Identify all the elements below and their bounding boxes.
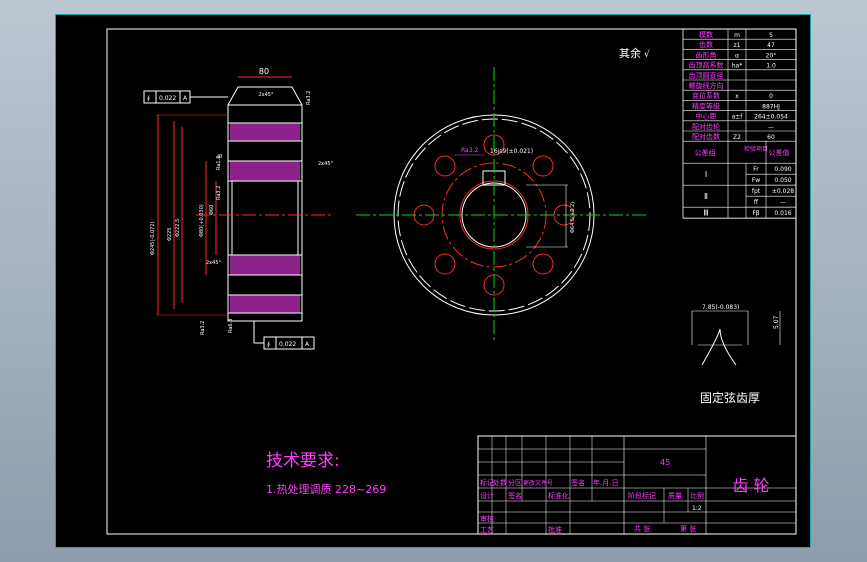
tol-symbol-1-0: fpt (752, 188, 761, 195)
gear-parameter-table: 模数 m 5 齿数 z1 47 齿形角 α 20° 齿顶高系数 ha* 1.0 齿顶圆直径螺旋线方向变位… (682, 28, 797, 219)
tb-approve: 批准 (548, 525, 562, 534)
chamfer-label-3: 2x45° (206, 260, 222, 266)
tol-value-2-0: 0.016 (774, 210, 791, 217)
param-name-6: 变位系数 (692, 91, 720, 100)
tol-header-item: 检验项目 (744, 145, 768, 153)
front-view (356, 67, 646, 341)
tol-frame-top-datum: A (183, 95, 188, 102)
bore-dim: Φ64.5(+0.2) (570, 202, 576, 233)
chordal-thickness-detail (691, 310, 781, 366)
param-value-10: 60 (767, 134, 775, 141)
chamfer-label-2: 2x45° (318, 161, 334, 167)
param-value-9: — (768, 124, 774, 131)
tol-value-1-0: ±0.028 (772, 188, 794, 195)
tb-h3: 更改文件号 (523, 479, 553, 487)
roughness-label-3: Ra3.2 (216, 186, 222, 200)
tb-sign: 签名 (508, 491, 522, 500)
dia-label-3: Φ222.5 (175, 219, 181, 237)
dia-label-2: Φ225 (167, 228, 173, 241)
tb-process: 工艺 (480, 526, 494, 534)
tol-symbol-1-1: ff (754, 199, 759, 206)
param-symbol-0: m (734, 32, 740, 39)
param-name-1: 齿数 (699, 40, 713, 49)
drawing-viewport[interactable]: 80 2x45° 2x45° 2x45° ∮ 0.022 A ∮ 0.022 A… (55, 14, 811, 548)
param-symbol-8: a±f (732, 114, 744, 121)
datum-mark: B (217, 154, 224, 158)
tol-header-group: 公差组 (695, 148, 716, 157)
tb-check: 审核 (480, 514, 494, 523)
notes-line-1: 1.热处理调质 228~269 (266, 483, 386, 496)
tb-stage: 阶段标记 (628, 491, 656, 500)
param-name-3: 齿顶高系数 (689, 61, 724, 70)
material-value: 45 (660, 458, 670, 467)
dia-label-4: Φ80(+0.030) (199, 204, 205, 237)
param-name-9: 配对齿轮 (692, 122, 720, 131)
tol-symbol-2-0: Fβ (752, 210, 759, 217)
param-name-2: 齿形角 (696, 50, 717, 59)
tb-h4: 签名 (571, 478, 585, 487)
tol-frame-bottom-symbol: ∮ (267, 341, 270, 348)
tol-value-0-1: 0.050 (774, 177, 791, 184)
param-value-6: 0 (769, 93, 773, 100)
notes-title: 技术要求: (266, 451, 340, 471)
tol-value-1-1: — (780, 199, 786, 206)
param-name-10: 配对齿数 (692, 132, 720, 141)
tb-h2: 分区 (508, 478, 522, 487)
part-name: 齿 轮 (732, 476, 769, 495)
tol-group-1: Ⅱ (704, 192, 708, 201)
tol-group-2: Ⅲ (703, 209, 709, 218)
tb-standard: 标准化 (548, 491, 569, 500)
param-name-7: 精度等级 (692, 101, 720, 110)
param-name-5: 螺旋线方向 (689, 81, 724, 90)
param-value-0: 5 (769, 32, 773, 39)
top-width-dim: 80 (259, 67, 269, 76)
param-value-1: 47 (767, 42, 775, 49)
param-symbol-2: α (735, 52, 739, 59)
param-value-7: 887HJ (762, 103, 780, 110)
param-value-2: 20° (766, 52, 777, 59)
tol-value-0-0: 0.090 (774, 166, 791, 173)
tol-frame-bottom-value: 0.022 (279, 341, 296, 348)
tb-scale: 1:2 (692, 505, 702, 512)
param-symbol-10: Z2 (733, 134, 741, 141)
tb-h0: 标记 (480, 478, 494, 487)
param-symbol-3: ha* (732, 63, 742, 70)
dia-label-1: Φ245(-0.072) (150, 221, 156, 255)
tb-sheet-num: 第 张 (680, 524, 696, 533)
tol-group-0: Ⅰ (705, 170, 707, 179)
roughness-label-1: Ra3.2 (306, 91, 312, 105)
tb-ratio: 比例 (690, 491, 704, 500)
param-symbol-1: z1 (734, 42, 741, 49)
tol-frame-bottom-datum: A (305, 341, 310, 348)
tol-frame-top-symbol: ∮ (147, 95, 150, 102)
chordal-dim-1: 7.85(-0.083) (702, 304, 739, 311)
param-name-4: 齿顶圆直径 (689, 71, 724, 80)
param-value-3: 1.0 (766, 63, 776, 70)
chordal-dim-2: 5.07 (773, 315, 780, 329)
param-name-0: 模数 (699, 30, 713, 39)
tol-header-value: 公差值 (769, 148, 790, 157)
roughness-label-5: Ra6.3 (228, 319, 234, 333)
roughness-label-4: Ra3.2 (200, 321, 206, 335)
keyway-dim: 16js9(±0.021) (490, 148, 533, 155)
roughness-other-label: 其余 (619, 46, 641, 60)
tb-mass: 质量 (668, 491, 682, 500)
tb-design: 设计 (480, 491, 494, 500)
dia-label-5: Φ60 (209, 205, 215, 215)
cad-drawing: 80 2x45° 2x45° 2x45° ∮ 0.022 A ∮ 0.022 A… (106, 28, 797, 535)
tb-sheet-total: 共 张 (634, 524, 650, 533)
param-value-8: 264±0.054 (754, 114, 788, 121)
keyway-roughness: Ra3.2 (461, 147, 478, 154)
tol-symbol-0-0: Fr (753, 166, 759, 173)
tol-symbol-0-1: Fw (752, 177, 760, 184)
param-symbol-6: x (735, 93, 739, 100)
chamfer-label-1: 2x45° (258, 92, 274, 98)
param-name-8: 中心距 (696, 112, 717, 121)
roughness-symbol-icon: √ (644, 49, 650, 60)
tol-frame-top-value: 0.022 (159, 95, 176, 102)
tb-h5: 年.月.日 (593, 478, 618, 487)
section-view (143, 76, 331, 350)
chordal-thickness-label: 固定弦齿厚 (700, 390, 760, 405)
tb-h1: 处数 (493, 478, 507, 487)
